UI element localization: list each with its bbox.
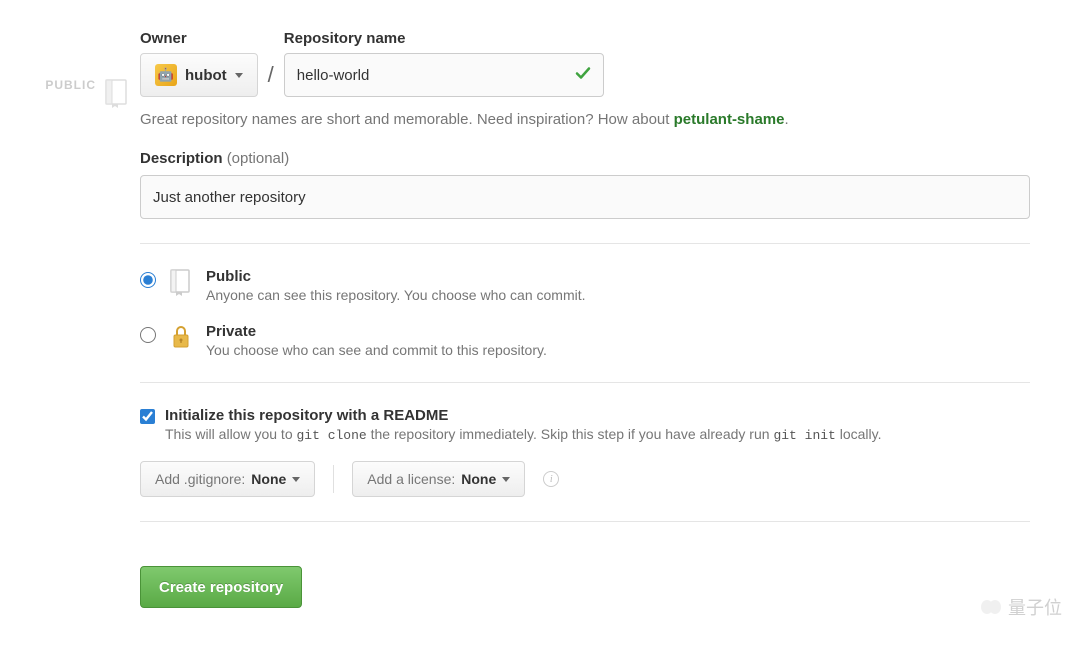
divider	[140, 243, 1030, 244]
valid-check-icon	[574, 65, 592, 86]
create-repository-button[interactable]: Create repository	[140, 566, 302, 608]
main-form: Owner 🤖 hubot / Repository name Gr	[130, 30, 1060, 608]
name-hint: Great repository names are short and mem…	[140, 111, 1030, 128]
private-radio[interactable]	[140, 327, 156, 343]
owner-select[interactable]: 🤖 hubot	[140, 53, 258, 97]
owner-repo-separator: /	[268, 62, 274, 88]
divider	[140, 521, 1030, 522]
owner-label: Owner	[140, 30, 258, 47]
public-radio[interactable]	[140, 272, 156, 288]
repo-name-input[interactable]	[284, 53, 604, 97]
public-repo-icon	[168, 268, 194, 296]
repo-icon	[104, 78, 130, 111]
license-select[interactable]: Add a license: None	[352, 461, 525, 497]
lock-icon	[168, 323, 194, 351]
public-badge-column: PUBLIC	[10, 30, 130, 608]
chevron-down-icon	[502, 477, 510, 482]
init-readme-desc: This will allow you to git clone the rep…	[165, 426, 882, 443]
divider	[140, 382, 1030, 383]
public-desc: Anyone can see this repository. You choo…	[206, 287, 586, 303]
private-desc: You choose who can see and commit to thi…	[206, 342, 547, 358]
visibility-private-option[interactable]: Private You choose who can see and commi…	[140, 323, 1030, 358]
init-readme-title: Initialize this repository with a README	[165, 407, 882, 424]
visibility-public-option[interactable]: Public Anyone can see this repository. Y…	[140, 268, 1030, 303]
gitignore-select[interactable]: Add .gitignore: None	[140, 461, 315, 497]
public-title: Public	[206, 268, 586, 285]
license-info-icon[interactable]: i	[543, 471, 559, 487]
private-title: Private	[206, 323, 547, 340]
init-readme-checkbox[interactable]	[140, 409, 155, 424]
public-label: PUBLIC	[45, 78, 96, 92]
owner-value: hubot	[185, 67, 227, 84]
chevron-down-icon	[292, 477, 300, 482]
description-input[interactable]	[140, 175, 1030, 219]
watermark: 量子位	[980, 594, 1062, 620]
owner-avatar-icon: 🤖	[155, 64, 177, 86]
chevron-down-icon	[235, 73, 243, 78]
suggested-name[interactable]: petulant-shame	[674, 111, 785, 128]
vertical-divider	[333, 465, 334, 493]
description-label: Description (optional)	[140, 150, 289, 167]
repo-name-label: Repository name	[284, 30, 604, 47]
